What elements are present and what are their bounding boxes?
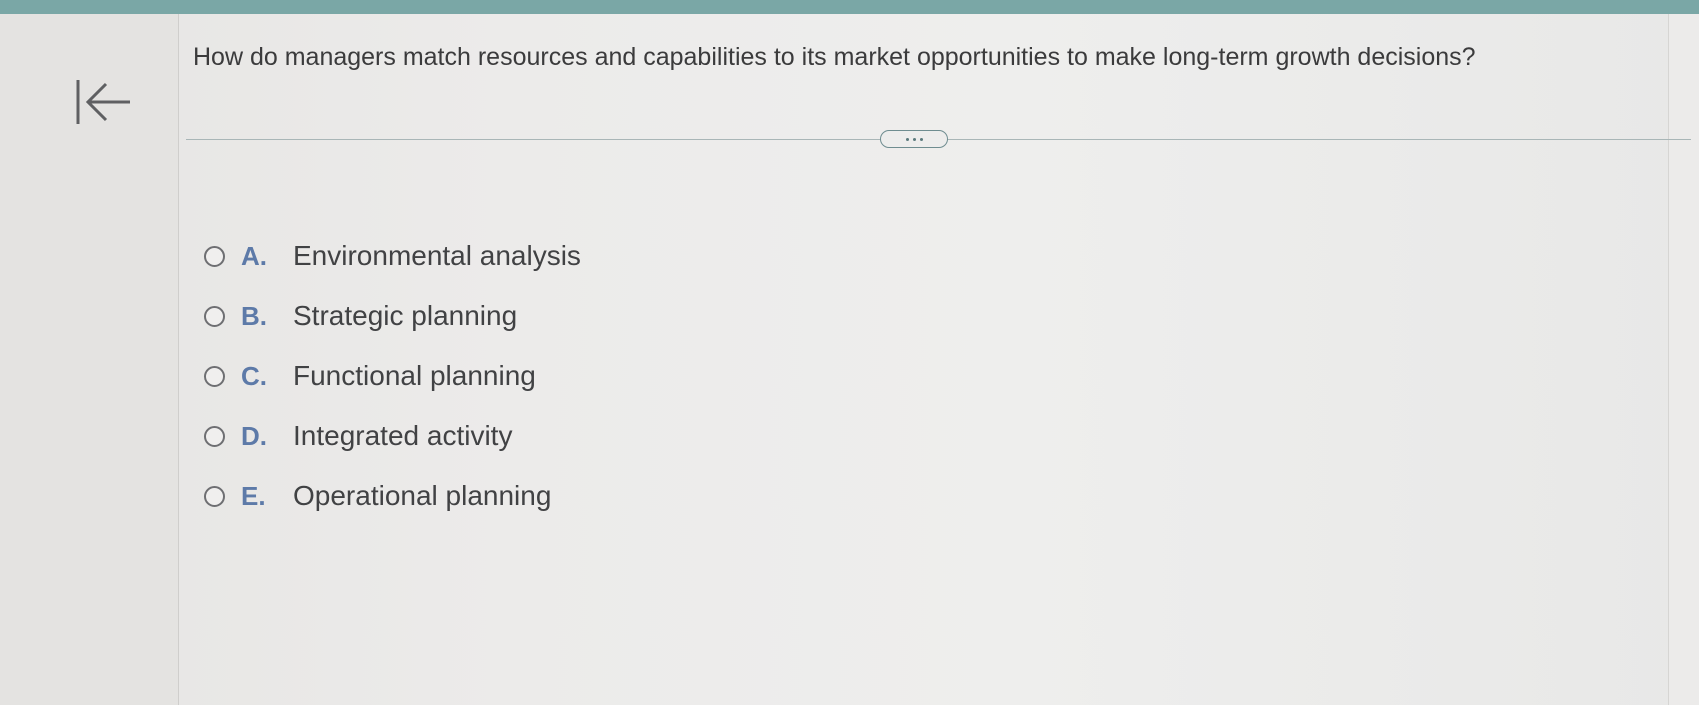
- question-text: How do managers match resources and capa…: [193, 43, 1476, 71]
- radio-button-icon[interactable]: [204, 305, 225, 327]
- more-options-icon: [905, 137, 909, 141]
- left-panel: [0, 14, 179, 705]
- radio-button-icon[interactable]: [204, 425, 225, 447]
- option-a[interactable]: A. Environmental analysis: [204, 226, 581, 286]
- option-label: Strategic planning: [293, 300, 518, 331]
- answer-options: A. Environmental analysis B. Strategic p…: [204, 226, 581, 526]
- option-b[interactable]: B. Strategic planning: [204, 286, 581, 346]
- more-options-button[interactable]: [880, 130, 948, 148]
- more-options-dot: [912, 137, 916, 141]
- option-label: Functional planning: [293, 360, 536, 391]
- option-letter: A.: [241, 240, 267, 271]
- option-label: Environmental analysis: [293, 240, 581, 271]
- radio-button-icon[interactable]: [204, 245, 225, 267]
- option-d[interactable]: D. Integrated activity: [204, 406, 581, 466]
- quiz-screen: How do managers match resources and capa…: [0, 0, 1699, 705]
- option-letter: D.: [241, 420, 267, 451]
- radio-button-icon[interactable]: [204, 365, 225, 387]
- option-letter: B.: [241, 300, 267, 331]
- back-to-start-icon: [72, 74, 132, 130]
- back-to-start-button[interactable]: [72, 74, 132, 130]
- more-options-dot: [919, 137, 923, 141]
- radio-button-icon[interactable]: [204, 485, 225, 507]
- option-letter: C.: [241, 360, 267, 391]
- option-c[interactable]: C. Functional planning: [204, 346, 581, 406]
- top-bar: [0, 0, 1699, 14]
- right-scroll-edge: [1668, 14, 1699, 705]
- option-e[interactable]: E. Operational planning: [204, 466, 581, 526]
- option-label: Operational planning: [293, 480, 552, 511]
- option-label: Integrated activity: [293, 420, 513, 451]
- option-letter: E.: [241, 480, 266, 511]
